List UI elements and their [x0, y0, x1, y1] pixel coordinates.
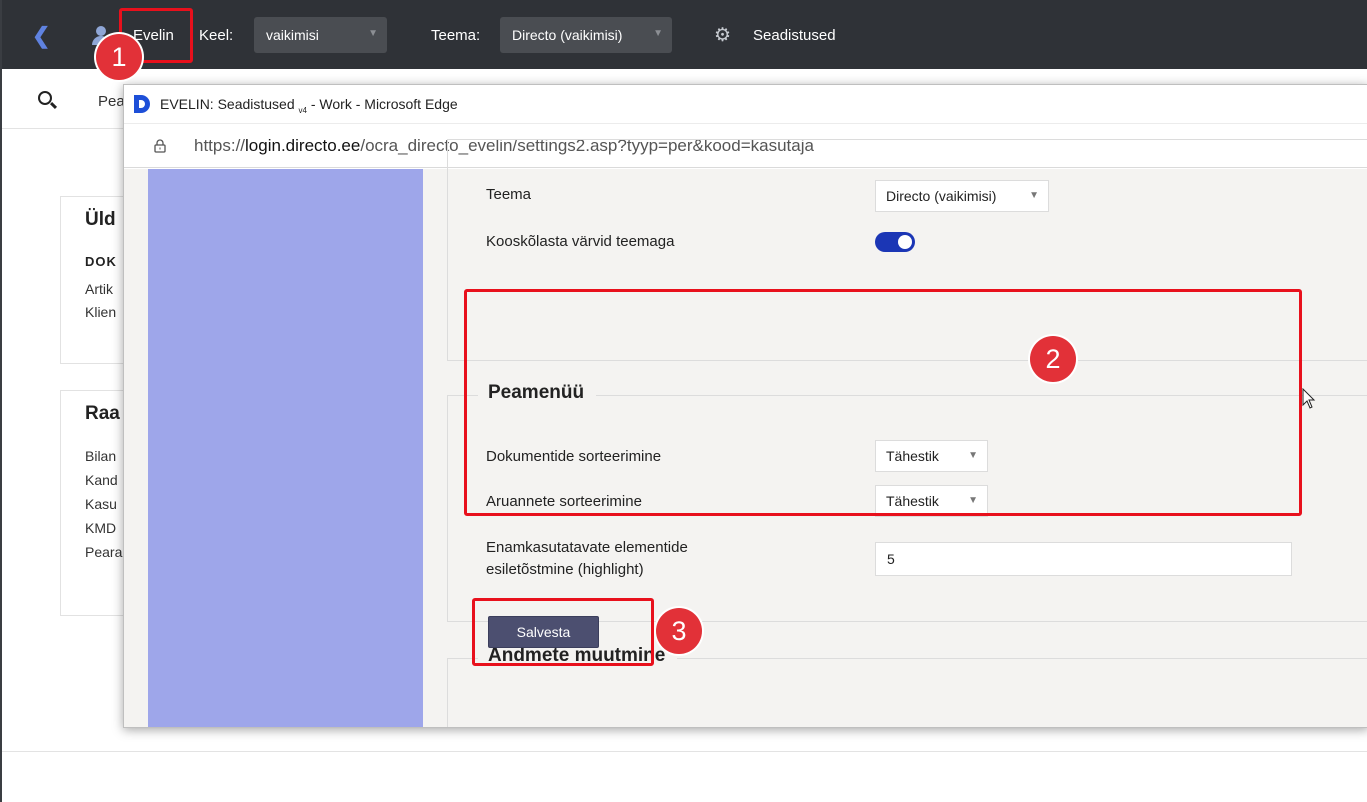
search-icon[interactable] [38, 91, 52, 105]
window-title: EVELIN: Seadistused v4 - Work - Microsof… [160, 96, 458, 115]
card-item[interactable]: Artik [85, 281, 113, 297]
card-item[interactable]: Klien [85, 304, 116, 320]
theme-select[interactable]: Directo (vaikimisi) ▼ [500, 17, 672, 53]
card-item[interactable]: Kasu [85, 496, 117, 512]
step-marker-1: 1 [96, 34, 142, 80]
card-title: Raa [85, 403, 120, 424]
directo-app: ❮ Evelin Keel: vaikimisi ▼ Teema: Direct… [0, 0, 1367, 802]
card-item[interactable]: Peara [85, 544, 122, 560]
chevron-down-icon: ▼ [1029, 190, 1039, 201]
card-item[interactable]: KMD [85, 520, 116, 536]
data-change-section: Andmete muutmine [447, 645, 1367, 727]
side-panel [148, 169, 423, 727]
theme-field-label: Teema [486, 186, 532, 203]
directo-logo-icon [134, 95, 150, 113]
step-marker-2: 2 [1030, 336, 1076, 382]
window-title-bar: EVELIN: Seadistused v4 - Work - Microsof… [124, 85, 1367, 123]
coordinate-colors-toggle[interactable] [875, 232, 915, 252]
highlight-box-3 [472, 598, 654, 666]
highlight-box-2 [464, 289, 1302, 516]
language-label: Keel: [199, 27, 234, 44]
chevron-down-icon: ▼ [368, 28, 378, 39]
lock-icon [154, 139, 166, 153]
coordinate-colors-label: Kooskõlasta värvid teemaga [486, 233, 675, 250]
highlight-count-input[interactable]: 5 [875, 542, 1292, 576]
chevron-down-icon: ▼ [653, 28, 663, 39]
settings-link[interactable]: Seadistused [753, 27, 836, 44]
highlight-label: Enamkasutatavate elementide esiletõstmine… [486, 539, 688, 578]
top-bar: ❮ Evelin Keel: vaikimisi ▼ Teema: Direct… [2, 0, 1367, 69]
card-item[interactable]: Bilan [85, 448, 116, 464]
card-item[interactable]: Kand [85, 472, 118, 488]
theme-label: Teema: [431, 27, 481, 44]
theme-field-select[interactable]: Directo (vaikimisi) ▼ [875, 180, 1049, 212]
step-marker-3: 3 [656, 608, 702, 654]
gear-icon[interactable]: ⚙ [714, 24, 731, 47]
mouse-pointer-icon [1302, 388, 1316, 409]
card-subheading: DOK [85, 254, 117, 269]
search-text[interactable]: Pea [98, 93, 125, 110]
language-select[interactable]: vaikimisi ▼ [254, 17, 387, 53]
back-arrow-icon[interactable]: ❮ [32, 24, 52, 48]
card-title: Üld [85, 209, 116, 230]
divider [2, 751, 1367, 752]
